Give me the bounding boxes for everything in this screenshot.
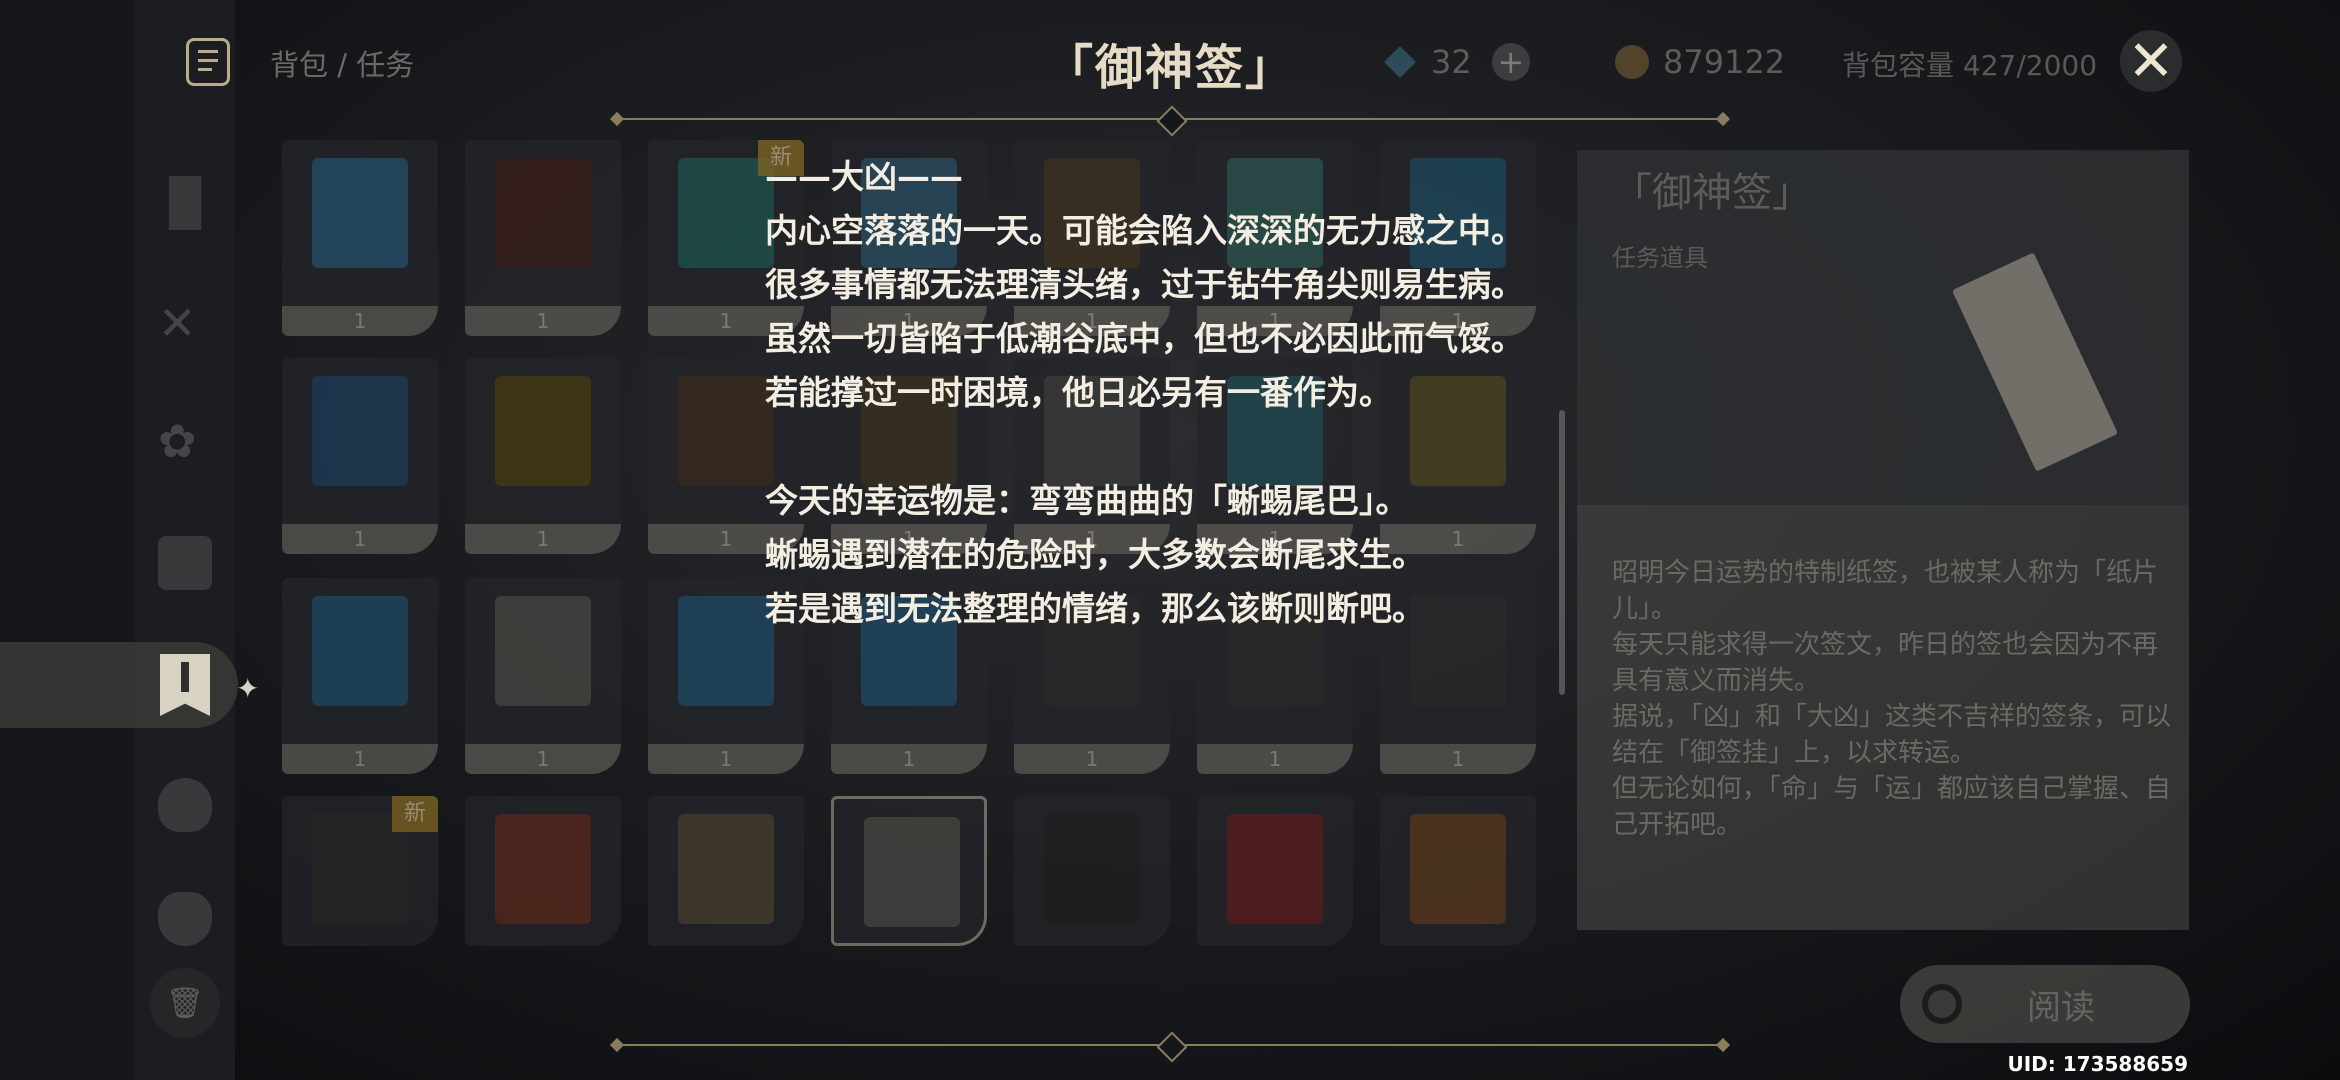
item-slot[interactable]: [1380, 796, 1536, 946]
fortune-text: ——大凶—— 内心空落落的一天。可能会陷入深深的无力感之中。 很多事情都无法理清头绪…: [765, 150, 1585, 636]
item-slot[interactable]: [465, 796, 621, 946]
detail-item-category: 任务道具: [1612, 244, 1708, 272]
item-slot[interactable]: [1197, 796, 1353, 946]
fortune-line: 今天的幸运物是：弯弯曲曲的「蜥蜴尾巴」。: [765, 481, 1409, 520]
item-image: [1044, 814, 1140, 924]
item-slot[interactable]: 1: [465, 358, 621, 554]
item-image: [495, 376, 591, 486]
item-image: [312, 158, 408, 268]
fortune-line: ——大凶——: [765, 157, 963, 196]
item-image: [864, 817, 960, 927]
food-tab-icon[interactable]: ✕: [158, 296, 212, 350]
read-button[interactable]: 阅读: [1900, 965, 2190, 1043]
item-slot[interactable]: 1: [282, 140, 438, 336]
item-image: [678, 596, 774, 706]
item-slot[interactable]: 1: [282, 358, 438, 554]
item-image: [1227, 814, 1323, 924]
item-count: 1: [282, 524, 438, 554]
item-count: 1: [648, 744, 804, 774]
fortune-line: 若是遇到无法整理的情绪，那么该断则断吧。: [765, 589, 1425, 628]
detail-description: 昭明今日运势的特制纸签，也被某人称为「纸片儿」。 每天只能求得一次签文，昨日的签…: [1612, 558, 2172, 840]
fortune-line: [765, 420, 1585, 474]
fortune-line: 若能撑过一时困境，他日必另有一番作为。: [765, 373, 1392, 412]
material-tab-icon[interactable]: ✿: [158, 414, 212, 468]
item-count: 1: [282, 306, 438, 336]
fortune-line: 蜥蜴遇到潜在的危险时，大多数会断尾求生。: [765, 535, 1425, 574]
uid-label: UID: 173588659: [2007, 1052, 2189, 1076]
sparkle-icon: ✦: [236, 672, 260, 705]
new-badge: 新: [392, 796, 438, 832]
read-button-label: 阅读: [2027, 987, 2095, 1028]
item-image: [312, 596, 408, 706]
item-count: 1: [465, 744, 621, 774]
item-count: 1: [465, 306, 621, 336]
item-slot[interactable]: 1: [465, 578, 621, 774]
scrollbar[interactable]: [1559, 410, 1565, 695]
item-image: [495, 814, 591, 924]
item-slot[interactable]: 1: [465, 140, 621, 336]
item-slot[interactable]: 1: [282, 578, 438, 774]
detail-item-name: 「御神签」: [1612, 170, 1812, 216]
item-count: 1: [465, 524, 621, 554]
item-image: [678, 814, 774, 924]
item-slot[interactable]: 新: [282, 796, 438, 946]
item-count: 1: [1197, 744, 1353, 774]
read-button-icon: [1922, 984, 1962, 1024]
item-slot[interactable]: [1014, 796, 1170, 946]
precious-tab-icon[interactable]: [158, 778, 212, 832]
item-image: [1410, 814, 1506, 924]
item-image: [312, 376, 408, 486]
item-image: [495, 596, 591, 706]
item-image: [678, 376, 774, 486]
fortune-line: 虽然一切皆陷于低潮谷底中，但也不必因此而气馁。: [765, 319, 1524, 358]
fortune-line: 很多事情都无法理清头绪，过于钻牛角尖则易生病。: [765, 265, 1524, 304]
gadget-tab-icon[interactable]: [158, 536, 212, 590]
item-count: 1: [282, 744, 438, 774]
item-image: [495, 158, 591, 268]
item-count: 1: [1014, 744, 1170, 774]
sidebar-backdrop: [0, 0, 135, 1080]
item-slot[interactable]: [831, 796, 987, 946]
furnishing-tab-icon[interactable]: [158, 892, 212, 946]
fortune-line: 内心空落落的一天。可能会陷入深深的无力感之中。: [765, 211, 1524, 250]
item-count: 1: [831, 744, 987, 774]
delete-button[interactable]: 🗑: [150, 968, 220, 1038]
item-slot[interactable]: [648, 796, 804, 946]
page-title: 「御神签」: [1044, 40, 1295, 96]
item-count: 1: [1380, 744, 1536, 774]
